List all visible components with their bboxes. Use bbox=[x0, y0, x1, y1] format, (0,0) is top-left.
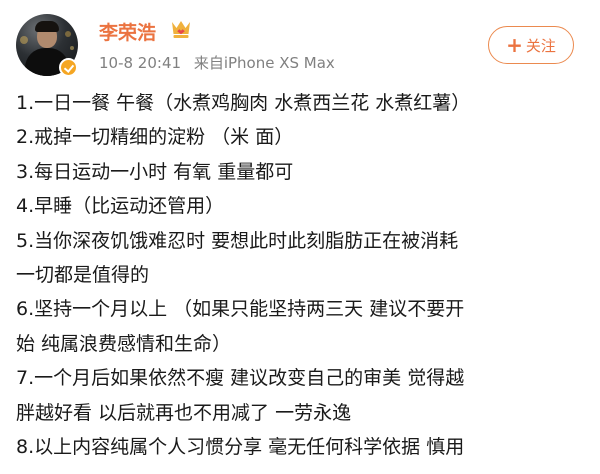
follow-button[interactable]: + 关注 bbox=[488, 26, 574, 64]
weibo-post: 李荣浩 10-8 20:41 来自iPhone XS Max + 关注 1.一日… bbox=[0, 0, 600, 474]
content-line: 6.坚持一个月以上 （如果只能坚持两三天 建议不要开 bbox=[16, 298, 465, 321]
username[interactable]: 李荣浩 bbox=[99, 18, 156, 45]
content-line: 胖越好看 以后就再也不用减了 一劳永逸 bbox=[16, 401, 352, 424]
post-meta: 10-8 20:41 来自iPhone XS Max bbox=[99, 52, 335, 73]
content-line: 4.早睡（比运动还管用） bbox=[16, 195, 225, 218]
post-source: 来自iPhone XS Max bbox=[193, 54, 335, 72]
content-line: 7.一个月后如果依然不瘦 建议改变自己的审美 觉得越 bbox=[16, 367, 465, 390]
verified-check-icon bbox=[59, 58, 78, 77]
content-line: 3.每日运动一小时 有氧 重量都可 bbox=[16, 160, 294, 183]
content-line: 1.一日一餐 午餐（水煮鸡胸肉 水煮西兰花 水煮红薯） bbox=[16, 92, 471, 114]
post-content: 1.一日一餐 午餐（水煮鸡胸肉 水煮西兰花 水煮红薯） 2.戒掉一切精细的淀粉 … bbox=[16, 86, 586, 464]
post-time: 10-8 20:41 bbox=[99, 54, 182, 72]
content-line: 5.当你深夜饥饿难忍时 要想此时此刻脂肪正在被消耗 bbox=[16, 229, 459, 252]
content-line: 一切都是值得的 bbox=[16, 263, 150, 286]
avatar-figure-hair bbox=[35, 21, 59, 32]
follow-label: 关注 bbox=[525, 36, 556, 55]
plus-icon: + bbox=[506, 33, 523, 57]
content-line: 8.以上内容纯属个人习惯分享 毫无任何科学依据 慎用 bbox=[16, 435, 465, 458]
crown-badge-icon bbox=[172, 21, 190, 38]
avatar-background-lights bbox=[20, 36, 28, 44]
content-line: 始 纯属浪费感情和生命） bbox=[16, 332, 232, 355]
content-line: 2.戒掉一切精细的淀粉 （米 面） bbox=[16, 126, 294, 149]
